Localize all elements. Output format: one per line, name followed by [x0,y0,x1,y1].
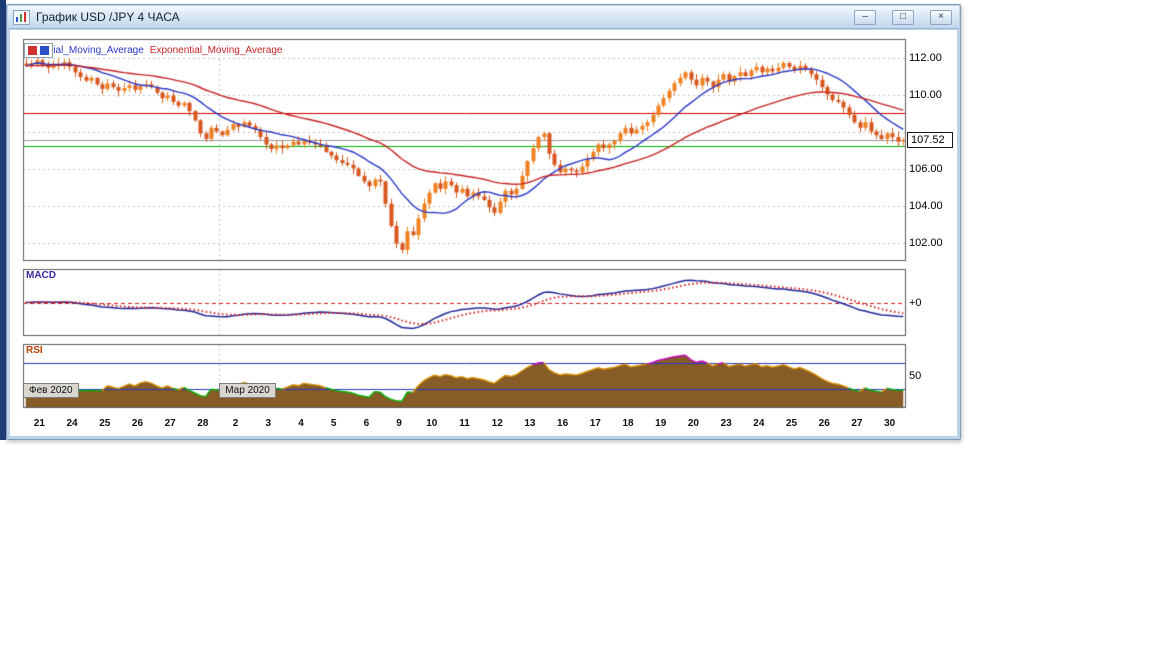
x-axis-label: 13 [524,418,536,429]
window-controls: – □ × [854,9,954,25]
macd-zero-label: +0 [909,296,922,309]
chart-client: Initial_Moving_Average Exponential_Movin… [10,30,957,436]
ma-legend-labels: Initial_Moving_Average Exponential_Movin… [40,45,282,56]
price-axis-label: 110.00 [909,88,942,101]
chart-canvas[interactable] [10,30,957,436]
minimize-button[interactable]: – [854,9,876,25]
price-axis-label: 112.00 [909,51,942,64]
x-axis-label: 21 [33,418,45,429]
ma2-label: Exponential_Moving_Average [149,45,283,56]
x-axis-label: 20 [687,418,699,429]
x-axis-label: 30 [884,418,896,429]
x-axis-label: 5 [330,418,337,429]
x-axis-label: 16 [557,418,569,429]
chart-window: График USD /JPY 4 ЧАСА – □ × Initial_Movin… [6,4,961,440]
x-axis-label: 11 [459,418,470,429]
ma1-swatch [28,46,37,55]
titlebar[interactable]: График USD /JPY 4 ЧАСА – □ × [8,6,959,29]
x-axis-label: 27 [164,418,176,429]
x-axis-label: 18 [622,418,634,429]
ma1-label: Initial_Moving_Average [40,45,144,56]
x-axis-label: 27 [851,418,863,429]
x-axis-label: 25 [99,418,111,429]
x-axis-label: 12 [491,418,503,429]
x-axis-label: 26 [131,418,144,429]
x-axis-label: 3 [265,418,272,429]
x-axis-label: 26 [818,418,830,429]
x-axis-label: 2 [232,418,239,429]
ma2-swatch [40,46,49,55]
x-axis-label: 4 [298,418,304,429]
ma-legend-swatches [24,43,53,58]
x-axis-label: 23 [720,418,732,429]
x-axis-label: 17 [589,418,601,429]
price-axis-label: 104.00 [909,199,943,212]
last-price-box: 107.52 [907,132,953,149]
x-axis-label: 28 [197,418,209,429]
rsi-panel-label: RSI [26,345,43,356]
window-title: График USD /JPY 4 ЧАСА [36,10,180,24]
x-axis-label: 24 [753,418,765,429]
x-axis-label: 19 [655,418,667,429]
month-marker: Мар 2020 [219,383,276,398]
chart-app-icon[interactable] [13,9,30,25]
month-marker: Фев 2020 [23,383,79,398]
x-axis-label: 9 [396,418,402,429]
rsi-mid-label: 50 [909,370,922,382]
macd-panel-label: MACD [26,270,56,281]
x-axis-label: 25 [785,418,798,429]
desktop-background: { "window": { "title": "График USD /JPY … [0,0,1152,648]
price-axis-label: 106.00 [909,162,943,175]
x-axis-label: 24 [66,418,78,429]
x-axis-label: 10 [426,418,438,429]
close-button[interactable]: × [930,9,952,25]
restore-button[interactable]: □ [892,9,914,25]
x-axis-label: 6 [363,418,370,429]
price-axis-label: 102.00 [909,236,943,249]
